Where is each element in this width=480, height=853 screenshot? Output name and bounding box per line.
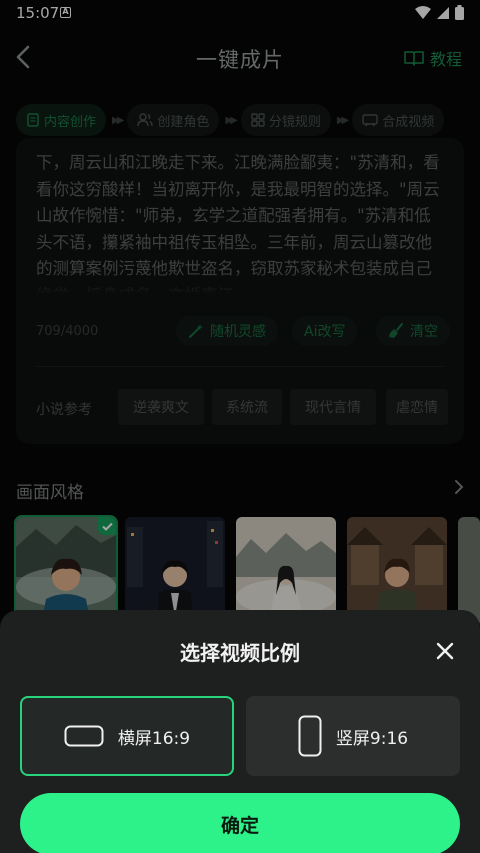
landscape-icon	[64, 725, 104, 747]
portrait-icon	[298, 715, 322, 757]
portrait-ratio-option[interactable]: 竖屏9:16	[246, 696, 460, 776]
sheet-title: 选择视频比例	[180, 641, 300, 665]
close-icon	[436, 642, 454, 660]
confirm-button[interactable]: 确定	[20, 793, 460, 853]
ratio-option-label: 横屏16:9	[117, 728, 191, 749]
landscape-ratio-option[interactable]: 横屏16:9	[20, 696, 234, 776]
ratio-option-label: 竖屏9:16	[335, 728, 409, 749]
close-button[interactable]	[432, 638, 458, 664]
